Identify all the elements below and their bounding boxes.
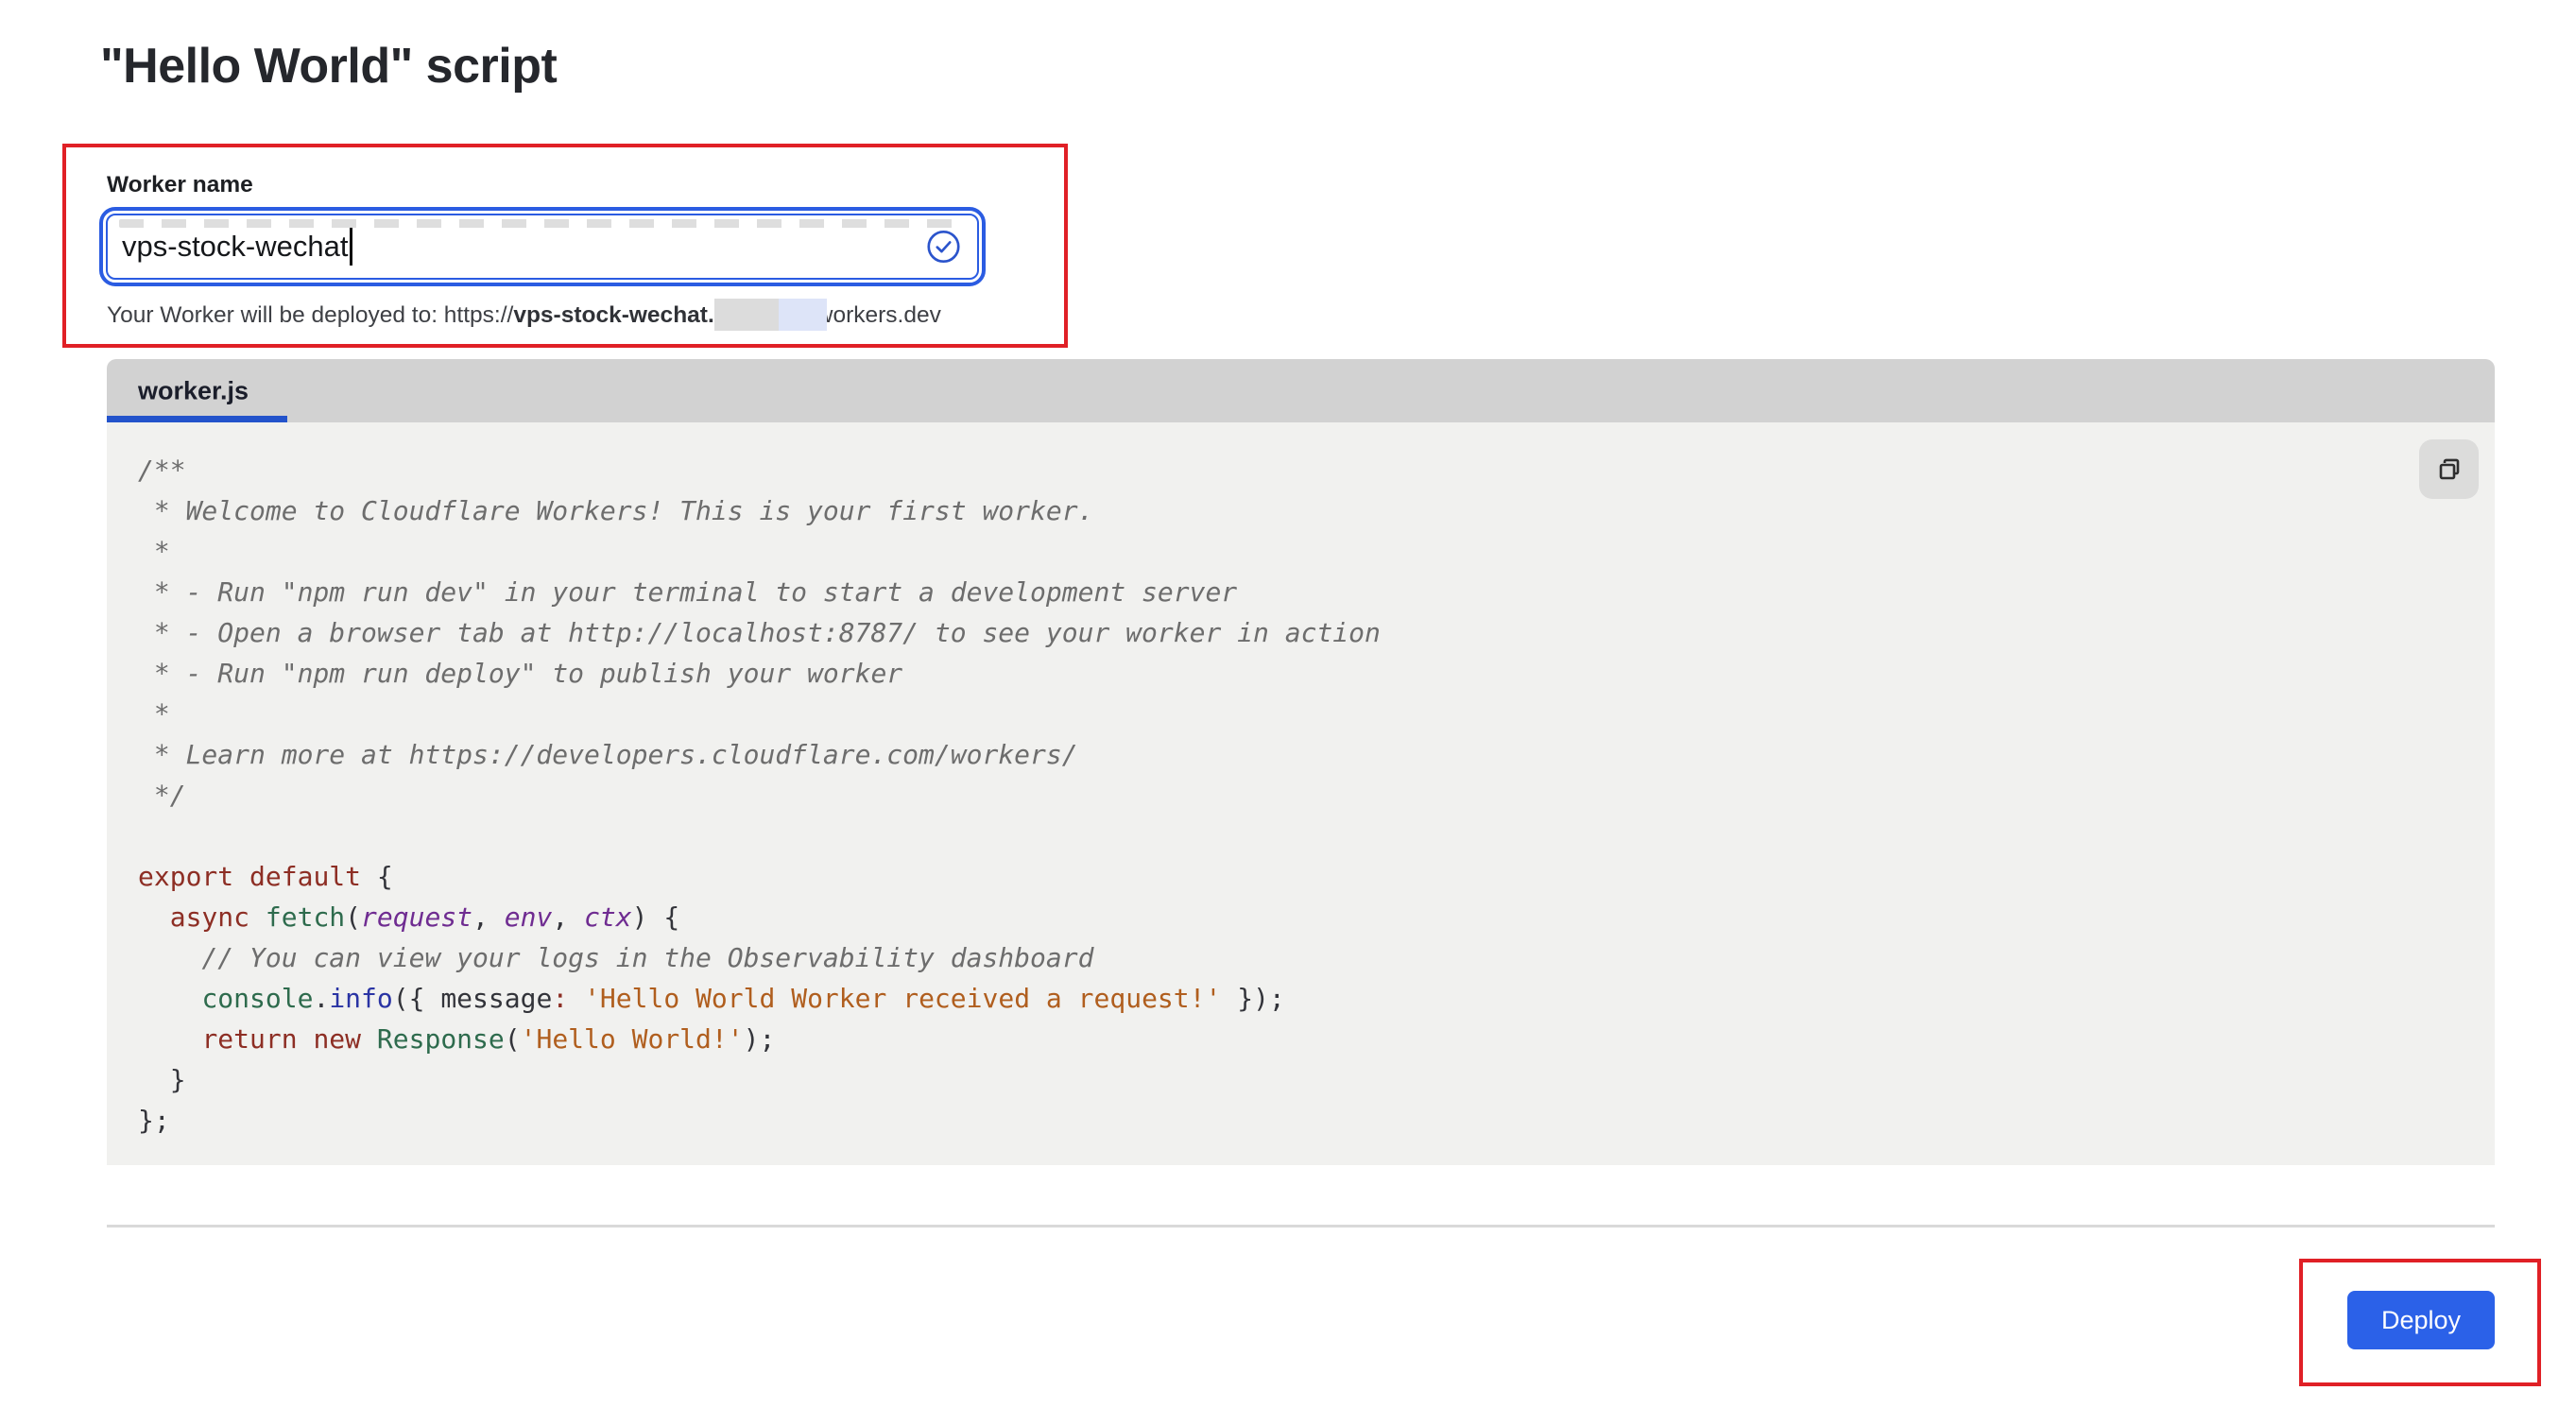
editor-tab-bar: worker.js [107,359,2495,422]
redaction-artifact [119,219,966,228]
tab-worker-js[interactable]: worker.js [107,359,287,422]
copy-code-button[interactable] [2419,439,2479,499]
deploy-url-suffix: workers.dev [816,302,941,328]
deploy-url-prefix: Your Worker will be deployed to: https:/… [107,302,513,328]
circle-check-icon [926,230,961,265]
copy-icon [2434,455,2464,485]
code-editor-area: /** * Welcome to Cloudflare Workers! Thi… [107,422,2495,1165]
tab-label: worker.js [138,376,249,405]
page-title: "Hello World" script [100,38,557,94]
worker-name-value: vps-stock-wechat [122,230,348,264]
cloudflare-worker-setup-page: "Hello World" script Worker name vps-sto… [0,0,2576,1425]
redacted-account-block-2 [779,299,827,331]
worker-name-label: Worker name [107,172,253,198]
text-caret [350,228,352,266]
footer-divider [107,1225,2495,1228]
redacted-account-block-1 [714,299,779,331]
deploy-url-subdomain: vps-stock-wechat. [513,302,713,328]
active-tab-indicator [107,416,287,422]
worker-name-input[interactable]: vps-stock-wechat [106,214,979,280]
deploy-url-line: Your Worker will be deployed to: https:/… [107,299,941,331]
deploy-button[interactable]: Deploy [2347,1291,2495,1349]
code-content[interactable]: /** * Welcome to Cloudflare Workers! Thi… [138,450,2419,1141]
